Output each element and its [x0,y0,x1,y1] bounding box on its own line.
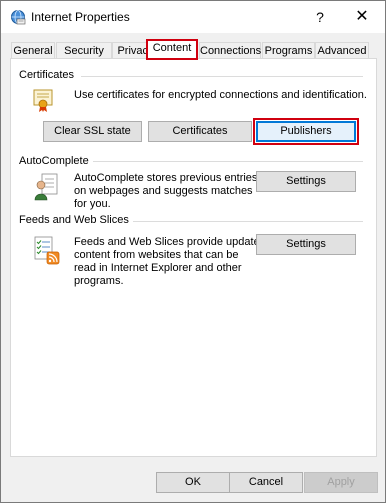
ok-button[interactable]: OK [156,472,230,493]
internet-globe-icon [11,10,26,25]
autocomplete-group-label: AutoComplete [19,155,93,167]
help-button[interactable]: ? [297,1,343,33]
certificates-group-divider [81,76,363,77]
feeds-settings-button[interactable]: Settings [256,234,356,255]
feeds-description-line-2: content from websites that can be [74,249,239,261]
cancel-button[interactable]: Cancel [229,472,303,493]
clear-ssl-state-button[interactable]: Clear SSL state [43,121,142,142]
certificates-button[interactable]: Certificates [148,121,252,142]
autocomplete-settings-button[interactable]: Settings [256,171,356,192]
feeds-group-label: Feeds and Web Slices [19,214,133,226]
autocomplete-group-divider [93,161,363,162]
tab-strip: General Security Privacy Content Connect… [11,39,369,60]
autocomplete-description-line-1: AutoComplete stores previous entries [74,172,258,184]
tab-content[interactable]: Content [146,39,198,60]
autocomplete-description-line-2: on webpages and suggests matches [74,185,253,197]
content-tab-panel: Certificates Use certificates for encryp… [10,58,377,457]
internet-properties-dialog: Internet Properties ? ✕ General Security… [0,0,386,503]
publishers-button[interactable]: Publishers [253,118,359,145]
feeds-description-line-3: read in Internet Explorer and other [74,262,242,274]
feeds-description-line-1: Feeds and Web Slices provide updated [74,236,266,248]
feeds-group-divider [132,221,363,222]
close-button[interactable]: ✕ [339,1,385,33]
certificates-description: Use certificates for encrypted connectio… [74,89,367,101]
rss-feed-icon [34,236,60,265]
apply-button[interactable]: Apply [304,472,378,493]
feeds-description-line-4: programs. [74,275,124,287]
autocomplete-description-line-3: for you. [74,198,111,210]
window-title: Internet Properties [31,10,130,24]
certificate-icon [33,89,53,112]
title-bar[interactable]: Internet Properties ? ✕ [1,1,385,33]
user-form-icon [34,173,58,201]
certificates-group-label: Certificates [19,69,79,81]
